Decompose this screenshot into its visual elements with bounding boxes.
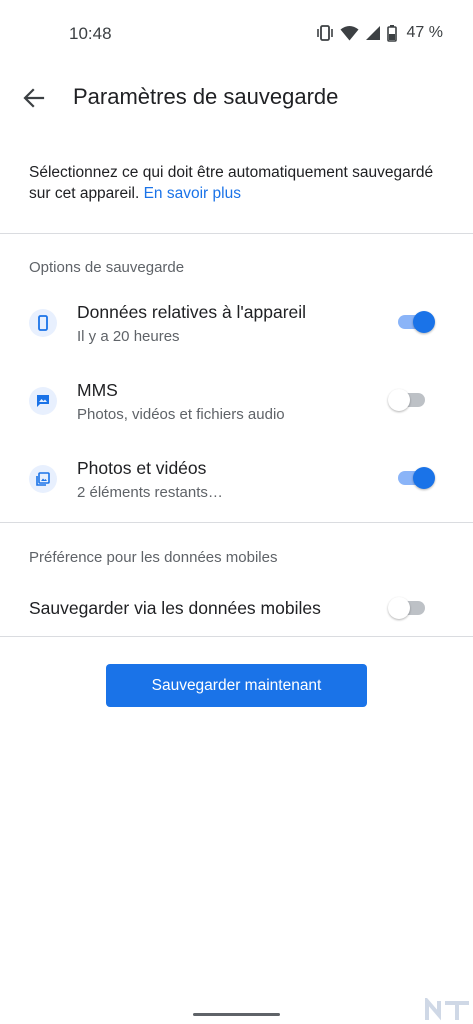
mobile-data-option-label[interactable]: Sauvegarder via les données mobiles (29, 598, 321, 619)
section-title-backup-options: Options de sauvegarde (29, 259, 185, 276)
divider (0, 636, 473, 637)
divider (0, 522, 473, 523)
mms-icon (29, 387, 57, 415)
toggle-thumb (413, 311, 435, 333)
wifi-icon (340, 25, 359, 41)
toggle-thumb (388, 389, 410, 411)
intro-text-block: Sélectionnez ce qui doit être automatiqu… (29, 162, 449, 204)
phone-icon (29, 309, 57, 337)
gesture-nav-handle[interactable] (193, 1013, 280, 1016)
option-row-photos-videos[interactable]: Photos et vidéos 2 éléments restants… (0, 445, 473, 517)
learn-more-link[interactable]: En savoir plus (144, 185, 241, 202)
option-subtitle: Il y a 20 heures (77, 328, 180, 345)
status-icons: 47 % (316, 23, 443, 43)
option-subtitle: 2 éléments restants… (77, 484, 223, 501)
page-title: Paramètres de sauvegarde (73, 84, 339, 109)
section-title-mobile-data: Préférence pour les données mobiles (29, 549, 278, 566)
toggle-thumb (388, 597, 410, 619)
backup-now-button[interactable]: Sauvegarder maintenant (106, 664, 367, 707)
toggle-mms[interactable] (388, 388, 428, 412)
app-bar: Paramètres de sauvegarde (0, 72, 473, 124)
toggle-photos-videos[interactable] (395, 466, 435, 490)
divider (0, 233, 473, 234)
toggle-mobile-data[interactable] (388, 596, 428, 620)
option-row-mms[interactable]: MMS Photos, vidéos et fichiers audio (0, 367, 473, 439)
option-row-device-data[interactable]: Données relatives à l'appareil Il y a 20… (0, 289, 473, 361)
nt-watermark-logo (425, 995, 471, 1022)
status-time: 10:48 (69, 24, 112, 43)
option-title: Données relatives à l'appareil (77, 302, 307, 322)
battery-icon (386, 24, 397, 42)
photos-icon (29, 465, 57, 493)
option-title: Photos et vidéos (77, 458, 207, 478)
option-subtitle: Photos, vidéos et fichiers audio (77, 406, 285, 423)
option-title: MMS (77, 380, 118, 400)
vibrate-icon (316, 25, 334, 41)
status-bar: 10:48 47 % (0, 0, 473, 64)
battery-percent: 47 % (406, 24, 443, 41)
arrow-back-icon[interactable] (20, 84, 48, 112)
toggle-thumb (413, 467, 435, 489)
toggle-device-data[interactable] (395, 310, 435, 334)
signal-icon (365, 25, 381, 41)
